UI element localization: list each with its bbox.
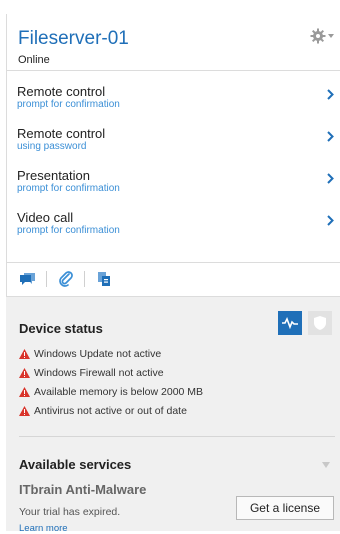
pulse-icon [282, 317, 298, 329]
warning-icon [19, 349, 30, 359]
device-header: Fileserver-01 Online [6, 14, 340, 71]
remote-control-password-action[interactable]: Remote control using password [6, 113, 340, 155]
status-monitor-button[interactable] [278, 311, 302, 335]
status-item: Available memory is below 2000 MB [19, 386, 203, 398]
device-status-area: Device status Windows Update not active … [6, 296, 340, 534]
status-text: Antivirus not active or out of date [34, 405, 187, 417]
action-subtitle: prompt for confirmation [17, 99, 120, 110]
video-call-action[interactable]: Video call prompt for confirmation [6, 197, 340, 239]
action-subtitle: prompt for confirmation [17, 225, 120, 236]
status-text: Available memory is below 2000 MB [34, 386, 204, 398]
chat-button[interactable] [18, 269, 38, 289]
settings-menu-button[interactable] [310, 28, 334, 44]
action-title: Video call [17, 210, 74, 225]
toolbar-separator [46, 271, 47, 287]
shield-icon [314, 316, 326, 330]
status-item: Antivirus not active or out of date [19, 405, 187, 417]
device-state: Online [18, 54, 50, 66]
status-text: Windows Firewall not active [34, 367, 164, 379]
action-subtitle: using password [17, 141, 87, 152]
device-name: Fileserver-01 [18, 28, 129, 49]
service-note: Your trial has expired. [19, 506, 121, 518]
attachment-icon [59, 271, 73, 287]
status-item: Windows Firewall not active [19, 367, 164, 379]
status-item: Windows Update not active [19, 348, 161, 360]
action-title: Remote control [17, 84, 106, 99]
connection-actions: Remote control prompt for confirmation R… [6, 71, 340, 239]
caret-down-icon [328, 34, 334, 38]
attachment-button[interactable] [56, 269, 76, 289]
collapse-caret-icon[interactable] [322, 462, 330, 468]
warning-icon [19, 406, 30, 416]
quick-toolbar [6, 263, 340, 295]
chevron-right-icon [327, 215, 334, 226]
status-divider [19, 436, 335, 437]
action-title: Presentation [17, 168, 90, 183]
service-name: ITbrain Anti-Malware [19, 482, 147, 497]
chat-icon [20, 273, 35, 285]
security-shield-button[interactable] [308, 311, 332, 335]
device-status-title: Device status [19, 321, 103, 336]
toolbar-separator [84, 271, 85, 287]
chevron-right-icon [327, 89, 334, 100]
remote-control-confirmation-action[interactable]: Remote control prompt for confirmation [6, 71, 340, 113]
warning-icon [19, 368, 30, 378]
gear-icon [310, 28, 326, 44]
available-services-title: Available services [19, 457, 132, 472]
learn-more-link[interactable]: Learn more [19, 523, 68, 534]
copy-icon [98, 272, 110, 286]
chevron-right-icon [327, 173, 334, 184]
action-title: Remote control [17, 126, 106, 141]
presentation-action[interactable]: Presentation prompt for confirmation [6, 155, 340, 197]
chevron-right-icon [327, 131, 334, 142]
device-panel: Fileserver-01 Online Remote control prom… [0, 0, 340, 534]
copy-button[interactable] [94, 269, 114, 289]
status-text: Windows Update not active [34, 348, 162, 360]
get-license-button[interactable]: Get a license [236, 496, 334, 520]
warning-icon [19, 387, 30, 397]
action-subtitle: prompt for confirmation [17, 183, 120, 194]
